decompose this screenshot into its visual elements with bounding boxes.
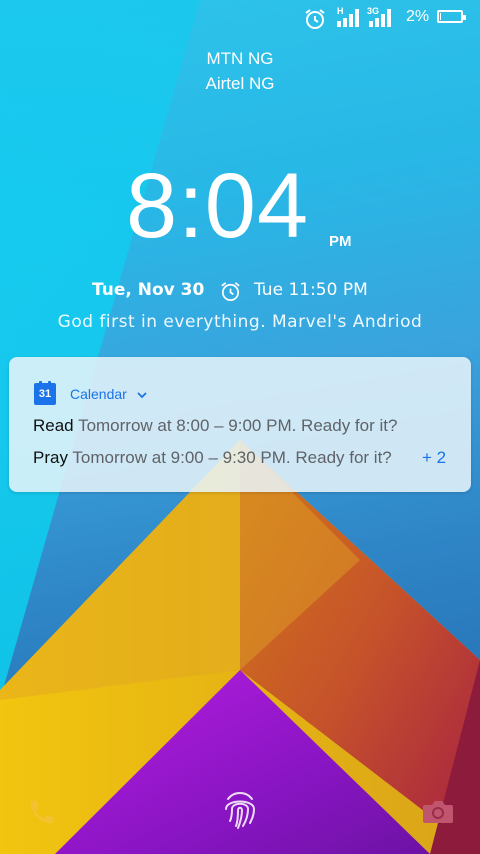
signal-h-icon xyxy=(337,9,359,27)
clock-ampm: PM xyxy=(329,233,352,250)
signal-3g-icon xyxy=(369,9,391,27)
owner-info: God first in everything. Marvel's Andrio… xyxy=(57,312,423,332)
date-line: Tue, Nov 30 Tue 11:50 PM xyxy=(0,280,480,304)
lock-screen: H 3G 2% MTN NG Airtel NG 8:04 PM Tue, No… xyxy=(0,0,480,854)
calendar-notification[interactable]: 31 Calendar Read Tomorrow at 8:00 – 9:00… xyxy=(9,357,471,492)
carrier-1: MTN NG xyxy=(206,49,274,68)
fingerprint-icon[interactable] xyxy=(220,787,260,831)
notification-row[interactable]: Read Tomorrow at 8:00 – 9:00 PM. Ready f… xyxy=(33,416,397,436)
event-detail: Tomorrow at 8:00 – 9:00 PM. Ready for it… xyxy=(78,416,398,435)
carrier-2: Airtel NG xyxy=(205,74,275,93)
event-title: Pray xyxy=(33,448,68,467)
more-events-count[interactable]: + 2 xyxy=(422,448,446,468)
notification-app-name: Calendar xyxy=(70,386,127,402)
calendar-icon: 31 xyxy=(34,381,56,405)
event-title: Read xyxy=(33,416,74,435)
camera-icon[interactable] xyxy=(421,797,455,827)
phone-icon[interactable] xyxy=(27,797,57,827)
next-alarm-icon xyxy=(221,282,240,301)
notification-row[interactable]: Pray Tomorrow at 9:00 – 9:30 PM. Ready f… xyxy=(33,448,392,468)
clock-time: 8:04 xyxy=(126,155,310,257)
status-bar: H 3G 2% xyxy=(0,0,480,36)
next-alarm-text: Tue 11:50 PM xyxy=(254,280,368,300)
battery-fill xyxy=(440,13,441,20)
alarm-icon xyxy=(305,9,325,29)
event-detail: Tomorrow at 9:00 – 9:30 PM. Ready for it… xyxy=(72,448,392,467)
chevron-down-icon[interactable] xyxy=(136,390,148,400)
date-text: Tue, Nov 30 xyxy=(92,280,205,300)
battery-icon xyxy=(437,10,466,23)
battery-percent: 2% xyxy=(406,8,430,25)
